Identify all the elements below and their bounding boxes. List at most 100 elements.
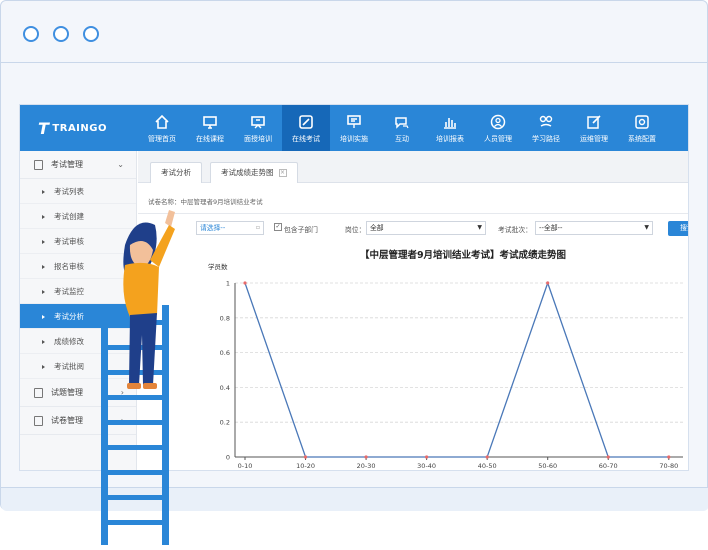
x-tick-label: 10-20	[296, 462, 315, 470]
series-line	[244, 281, 669, 458]
window-dot-1[interactable]	[23, 26, 39, 42]
nav-label: 人员管理	[484, 135, 512, 143]
x-tick-label: 60-70	[599, 462, 618, 470]
monitor-icon	[203, 116, 217, 129]
path-icon	[539, 115, 553, 127]
y-tick-label: 0.4	[220, 384, 230, 392]
score-trend-chart: 学员数 0 0.2 0.4 0.6 0.8 1 0-10 10-20 20-30 30-40 40…	[208, 262, 683, 470]
presentation-icon	[251, 116, 265, 129]
position-label: 岗位：	[345, 226, 366, 234]
nav-label: 面授培训	[244, 135, 272, 143]
sidebar-item-label: 成绩修改	[54, 337, 84, 346]
data-point[interactable]	[606, 455, 610, 459]
bullet-icon	[42, 365, 45, 369]
projector-icon	[347, 115, 361, 128]
nav-item-home[interactable]: 管理首页	[138, 105, 186, 151]
data-point[interactable]	[243, 281, 247, 285]
dropdown-icon: ▫	[255, 224, 260, 231]
sidebar-group-label: 考试管理	[51, 160, 83, 169]
bullet-icon	[42, 240, 45, 244]
search-button[interactable]: 搜索	[668, 221, 688, 236]
window-dot-2[interactable]	[53, 26, 69, 42]
batch-select[interactable]: --全部-- ▼	[535, 221, 653, 235]
x-tick-label: 30-40	[417, 462, 436, 470]
y-tick-label: 0.8	[220, 314, 230, 322]
top-navigation: T TRAINGO 管理首页 在线课程 面授培训 在线考试 培训实施 互动 培训…	[20, 105, 688, 151]
sidebar-item-label: 考试分析	[54, 312, 84, 321]
bar-chart-icon	[444, 118, 456, 129]
pen-square-icon	[587, 115, 601, 129]
nav-item-online-exam[interactable]: 在线考试	[282, 105, 330, 151]
edit-icon	[299, 115, 313, 129]
nav-item-system-config[interactable]: 系统配置	[618, 105, 666, 151]
nav-label: 管理首页	[148, 135, 176, 143]
nav-item-training-report[interactable]: 培训报表	[426, 105, 474, 151]
nav-label: 培训实施	[340, 135, 368, 143]
data-point[interactable]	[303, 455, 308, 459]
main-content: 考试分析 考试成绩走势图× 试卷名称：中层管理者9月培训结业考试 门： 请选择-…	[138, 151, 688, 470]
nav-label: 系统配置	[628, 135, 656, 143]
department-select[interactable]: 请选择-- ▫	[196, 221, 264, 235]
divider	[138, 213, 688, 214]
paper-icon	[34, 415, 43, 426]
tab-score-trend[interactable]: 考试成绩走势图 ×	[210, 162, 298, 183]
x-tick-label: 20-30	[357, 462, 376, 470]
bullet-icon	[42, 215, 45, 219]
illustration-woman-on-ladder	[101, 210, 175, 545]
dropdown-icon: ▼	[477, 224, 482, 231]
nav-item-online-course[interactable]: 在线课程	[186, 105, 234, 151]
x-axis-ticks: 0-10 10-20 20-30 30-40 40-50 50-60 60-70 70-80	[238, 457, 678, 470]
chat-icon	[395, 117, 409, 129]
window-dot-3[interactable]	[83, 26, 99, 42]
chart-series	[244, 281, 669, 458]
nav-item-training-implementation[interactable]: 培训实施	[330, 105, 378, 151]
data-point[interactable]	[364, 455, 368, 459]
sidebar-item-label: 考试审核	[54, 237, 84, 246]
tab-bar: 考试分析 考试成绩走势图 ×	[138, 151, 688, 183]
nav-item-learning-path[interactable]: 学习路径	[522, 105, 570, 151]
batch-value: --全部--	[539, 224, 563, 232]
sidebar-item-exam-list[interactable]: 考试列表	[20, 179, 136, 204]
filter-bar: 门： 请选择-- ▫ ✓ 包含子部门 岗位： 全部 ▼ 考试批次： --全部--…	[138, 221, 688, 239]
x-tick-label: 50-60	[538, 462, 557, 470]
data-point[interactable]	[425, 455, 429, 459]
tab-label: 考试成绩走势图	[221, 168, 274, 177]
bullet-icon	[42, 340, 45, 344]
question-bank-icon	[34, 387, 43, 398]
nav-item-personnel[interactable]: 人员管理	[474, 105, 522, 151]
y-tick-label: 0.2	[220, 419, 230, 427]
include-sub-label: 包含子部门	[284, 226, 318, 234]
nav-item-ops[interactable]: 运维管理	[570, 105, 618, 151]
sidebar-item-label: 考试监控	[54, 287, 84, 296]
data-point[interactable]	[667, 455, 671, 459]
logo-text: TRAINGO	[52, 123, 107, 134]
y-tick-label: 0.6	[220, 349, 230, 357]
browser-titlebar	[1, 1, 707, 63]
nav-label: 互动	[395, 135, 409, 143]
data-point[interactable]	[546, 281, 550, 285]
nav-label: 学习路径	[532, 135, 560, 143]
settings-icon	[635, 115, 649, 129]
include-sub-checkbox[interactable]: ✓	[274, 223, 282, 231]
nav-item-interaction[interactable]: 互动	[378, 105, 426, 151]
bullet-icon	[42, 315, 45, 319]
logo: T TRAINGO	[38, 119, 107, 138]
position-select[interactable]: 全部 ▼	[366, 221, 486, 235]
sidebar-group-label: 试题管理	[51, 388, 83, 397]
bullet-icon	[42, 265, 45, 269]
nav-label: 运维管理	[580, 135, 608, 143]
dropdown-icon: ▼	[644, 224, 649, 231]
sidebar-item-label: 考试批阅	[54, 362, 84, 371]
tab-exam-analysis[interactable]: 考试分析	[150, 162, 202, 183]
data-point[interactable]	[485, 455, 489, 459]
chart-grid	[234, 282, 683, 458]
user-icon	[490, 114, 506, 130]
nav-item-face-training[interactable]: 面授培训	[234, 105, 282, 151]
nav-label: 培训报表	[436, 135, 464, 143]
sidebar-group-exam-management[interactable]: 考试管理 ⌄	[20, 151, 136, 179]
bullet-icon	[42, 190, 45, 194]
chart-points	[243, 281, 671, 459]
sidebar-group-label: 试卷管理	[51, 416, 83, 425]
close-icon[interactable]: ×	[278, 169, 287, 177]
sidebar-item-label: 考试列表	[54, 187, 84, 196]
